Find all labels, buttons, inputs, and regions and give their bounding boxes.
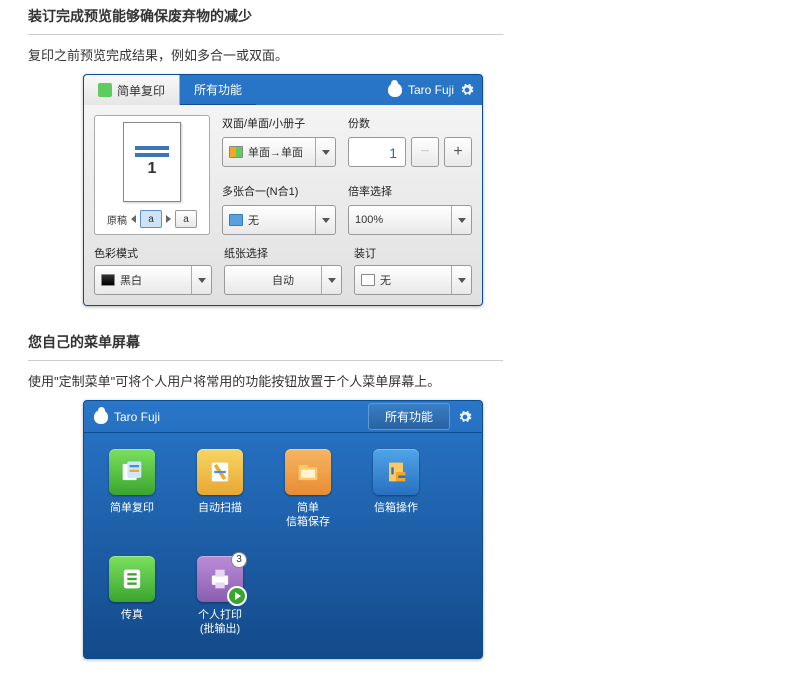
color-icon	[101, 274, 115, 286]
print-tile-icon: 3	[197, 556, 243, 602]
panel2-header: Taro Fuji 所有功能	[84, 401, 482, 433]
paper-select[interactable]: 自动	[224, 265, 342, 295]
panel-header: 简单复印 所有功能 Taro Fuji	[84, 75, 482, 105]
duplex-select[interactable]: 单面→单面	[222, 137, 336, 167]
play-overlay-icon	[227, 586, 247, 606]
color-label: 色彩模式	[94, 245, 212, 261]
ratio-value: 100%	[355, 214, 383, 226]
copy-settings-panel: 简单复印 所有功能 Taro Fuji 1 原稿	[83, 74, 483, 306]
paper-value: 自动	[272, 272, 294, 288]
duplex-value: 单面→单面	[248, 144, 303, 160]
chevron-down-icon	[451, 266, 471, 294]
tab-all-functions[interactable]: 所有功能	[180, 75, 256, 105]
app-label: 信箱操作	[374, 501, 418, 515]
copy-tile-icon	[109, 449, 155, 495]
all-functions-button[interactable]: 所有功能	[368, 403, 450, 430]
fax-tile-icon	[109, 556, 155, 602]
user-icon	[388, 83, 402, 97]
app-label: 简单 信箱保存	[286, 501, 330, 530]
gear-icon[interactable]	[458, 410, 472, 424]
user-area: Taro Fuji	[388, 83, 474, 97]
orientation-btn-1[interactable]: a	[140, 210, 162, 228]
app-label: 传真	[121, 608, 143, 622]
color-value: 黑白	[120, 272, 142, 288]
copies-minus-button[interactable]: −	[411, 137, 439, 167]
copies-plus-button[interactable]: +	[444, 137, 472, 167]
prev-icon[interactable]	[131, 215, 136, 223]
app-mailbox-op[interactable]: 信箱操作	[366, 449, 426, 530]
orientation-btn-2[interactable]: a	[175, 210, 197, 228]
nup-value: 无	[248, 212, 259, 228]
app-label: 个人打印 (批输出)	[198, 608, 242, 637]
section2-desc: 使用"定制菜单"可将个人用户将常用的功能按钮放置于个人菜单屏幕上。	[28, 371, 790, 390]
app-simple-copy[interactable]: 简单复印	[102, 449, 162, 530]
copies-label: 份数	[348, 115, 472, 131]
color-select[interactable]: 黑白	[94, 265, 212, 295]
mailbox-tile-icon	[285, 449, 331, 495]
badge-count: 3	[231, 552, 247, 568]
bind-icon	[361, 274, 375, 286]
section1-desc: 复印之前预览完成结果，例如多合一或双面。	[28, 45, 790, 64]
chevron-down-icon	[315, 206, 335, 234]
bind-value: 无	[380, 272, 391, 288]
preview-box: 1 原稿 a a	[94, 115, 210, 235]
nup-select[interactable]: 无	[222, 205, 336, 235]
user-name: Taro Fuji	[114, 410, 160, 424]
user-icon	[94, 410, 108, 424]
user-area: Taro Fuji	[94, 410, 160, 424]
chevron-down-icon	[451, 206, 471, 234]
original-label: 原稿	[107, 212, 127, 227]
ratio-label: 倍率选择	[348, 183, 472, 199]
chevron-down-icon	[315, 138, 335, 166]
icon-grid: 简单复印 自动扫描 简单 信箱保存 信箱操作	[84, 433, 482, 658]
section1-title: 装订完成预览能够确保废弃物的减少	[28, 0, 503, 35]
duplex-icon	[229, 146, 243, 158]
mailbox-op-tile-icon	[373, 449, 419, 495]
chevron-down-icon	[191, 266, 211, 294]
user-name: Taro Fuji	[408, 83, 454, 97]
tab-simple-copy[interactable]: 简单复印	[84, 75, 180, 105]
app-personal-print[interactable]: 3 个人打印 (批输出)	[190, 556, 250, 637]
page-thumbnail: 1	[123, 122, 181, 202]
app-auto-scan[interactable]: 自动扫描	[190, 449, 250, 530]
scan-tile-icon	[197, 449, 243, 495]
copy-icon	[98, 83, 112, 97]
bind-select[interactable]: 无	[354, 265, 472, 295]
nup-icon	[229, 214, 243, 226]
tab-label: 简单复印	[117, 82, 165, 99]
app-label: 自动扫描	[198, 501, 242, 515]
app-label: 简单复印	[110, 501, 154, 515]
paper-label: 纸张选择	[224, 245, 342, 261]
app-fax[interactable]: 传真	[102, 556, 162, 637]
bind-label: 装订	[354, 245, 472, 261]
page-number: 1	[148, 160, 157, 178]
gear-icon[interactable]	[460, 83, 474, 97]
app-simple-mailbox[interactable]: 简单 信箱保存	[278, 449, 338, 530]
next-icon[interactable]	[166, 215, 171, 223]
chevron-down-icon	[321, 266, 341, 294]
ratio-select[interactable]: 100%	[348, 205, 472, 235]
copies-input[interactable]: 1	[348, 137, 406, 167]
section2-title: 您自己的菜单屏幕	[28, 326, 503, 361]
panel-body: 1 原稿 a a 双面/单面/小册子 单面→单面	[84, 105, 482, 305]
nup-label: 多张合一(N合1)	[222, 183, 336, 199]
custom-menu-panel: Taro Fuji 所有功能 简单复印 自动扫描	[83, 400, 483, 659]
duplex-label: 双面/单面/小册子	[222, 115, 336, 131]
